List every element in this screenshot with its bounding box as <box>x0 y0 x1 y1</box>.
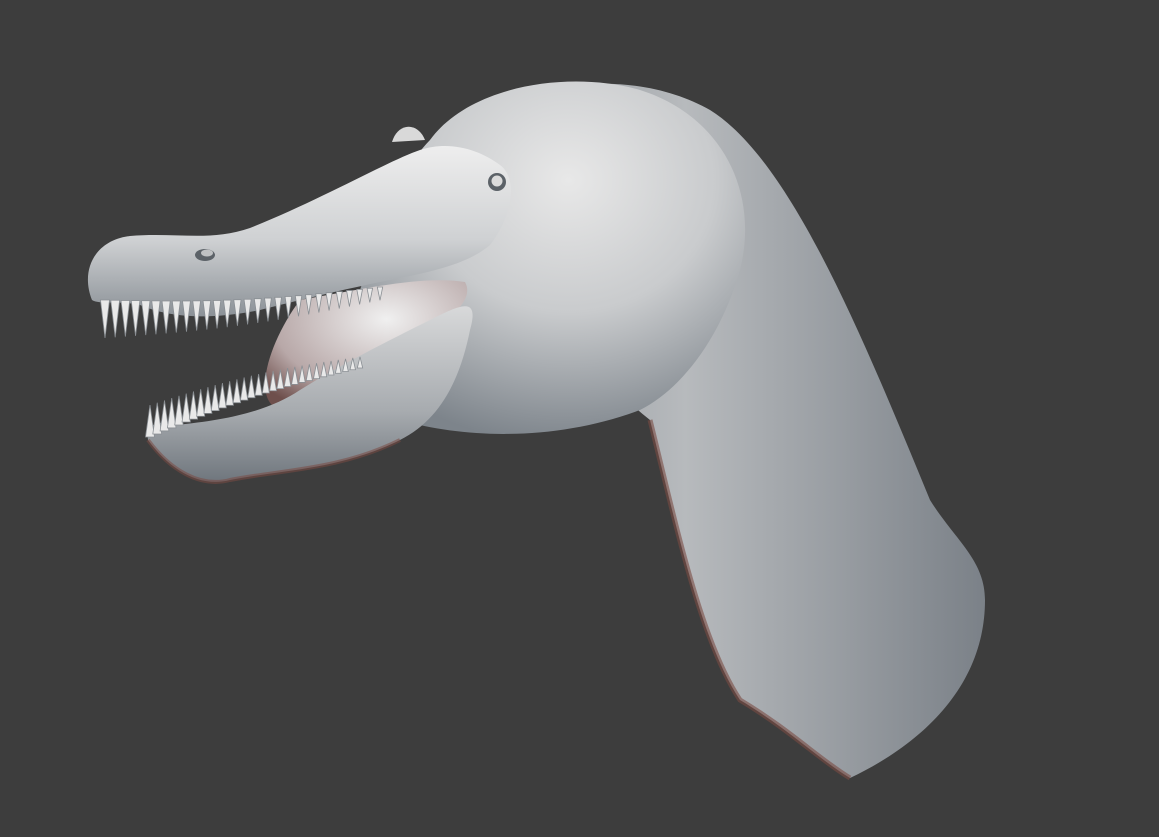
tooth <box>232 379 242 404</box>
tooth <box>100 299 110 339</box>
tooth <box>196 389 206 417</box>
tooth <box>110 299 121 338</box>
tooth <box>141 300 151 336</box>
tooth <box>203 387 213 414</box>
tooth <box>210 385 220 412</box>
tooth <box>151 300 161 335</box>
tooth <box>120 300 131 337</box>
tooth <box>254 374 263 396</box>
tooth <box>225 381 234 406</box>
tooth <box>171 300 181 333</box>
tooth <box>182 300 191 332</box>
tooth <box>161 300 171 334</box>
tooth <box>274 296 282 320</box>
tooth <box>218 383 227 409</box>
tooth <box>239 377 249 401</box>
tooth <box>264 297 272 322</box>
model-render <box>87 81 985 781</box>
tooth <box>188 391 199 420</box>
3d-viewport[interactable] <box>0 0 1159 837</box>
tooth <box>247 375 256 399</box>
tooth <box>130 300 141 336</box>
